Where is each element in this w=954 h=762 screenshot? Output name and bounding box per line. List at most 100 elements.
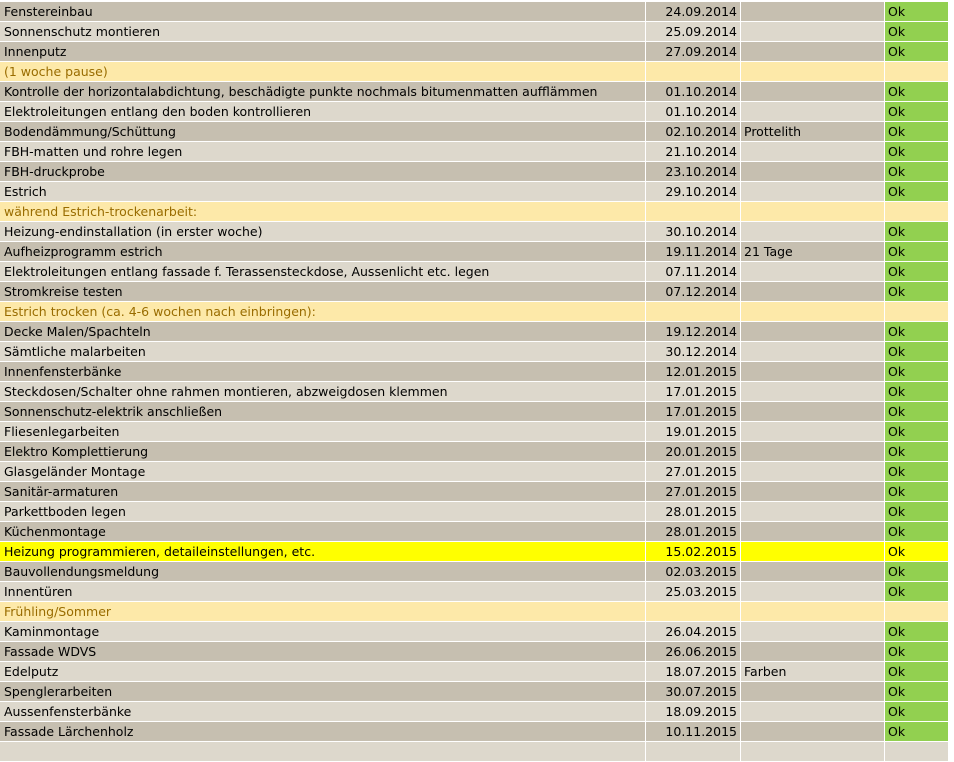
empty-cell[interactable] — [949, 262, 954, 282]
status-cell[interactable]: Ok — [885, 622, 949, 642]
note-cell[interactable] — [741, 2, 885, 22]
status-cell[interactable]: Ok — [885, 162, 949, 182]
status-cell[interactable]: Ok — [885, 262, 949, 282]
empty-cell[interactable] — [949, 22, 954, 42]
status-cell[interactable]: Ok — [885, 642, 949, 662]
empty-cell[interactable] — [949, 602, 954, 622]
section-row[interactable]: während Estrich-trockenarbeit: — [0, 202, 954, 222]
task-cell[interactable]: Heizung programmieren, detaileinstellung… — [0, 542, 646, 562]
date-cell[interactable]: 27.09.2014 — [646, 42, 741, 62]
empty-cell[interactable] — [949, 382, 954, 402]
empty-cell[interactable] — [949, 582, 954, 602]
date-cell[interactable] — [646, 202, 741, 222]
note-cell[interactable] — [741, 502, 885, 522]
status-cell[interactable]: Ok — [885, 382, 949, 402]
table-row[interactable]: Glasgeländer Montage 27.01.2015 Ok — [0, 462, 954, 482]
task-cell[interactable]: Elektroleitungen entlang den boden kontr… — [0, 102, 646, 122]
status-cell[interactable]: Ok — [885, 662, 949, 682]
date-cell[interactable]: 12.01.2015 — [646, 362, 741, 382]
date-cell[interactable]: 07.11.2014 — [646, 262, 741, 282]
task-cell[interactable]: Küchenmontage — [0, 522, 646, 542]
note-cell[interactable] — [741, 102, 885, 122]
empty-cell[interactable] — [949, 102, 954, 122]
status-cell[interactable]: Ok — [885, 2, 949, 22]
section-row[interactable]: Frühling/Sommer — [0, 602, 954, 622]
task-cell[interactable]: Elektroleitungen entlang fassade f. Tera… — [0, 262, 646, 282]
status-cell[interactable]: Ok — [885, 362, 949, 382]
date-cell[interactable]: 30.10.2014 — [646, 222, 741, 242]
status-cell[interactable]: Ok — [885, 482, 949, 502]
date-cell[interactable]: 25.03.2015 — [646, 582, 741, 602]
note-cell[interactable] — [741, 42, 885, 62]
date-cell[interactable] — [646, 602, 741, 622]
note-cell[interactable] — [741, 382, 885, 402]
empty-cell[interactable] — [949, 322, 954, 342]
table-row[interactable]: Aufheizprogramm estrich 19.11.2014 21 Tage… — [0, 242, 954, 262]
table-row[interactable]: FBH-matten und rohre legen 21.10.2014 Ok — [0, 142, 954, 162]
date-cell[interactable]: 15.02.2015 — [646, 542, 741, 562]
table-row[interactable]: Elektro Komplettierung 20.01.2015 Ok — [0, 442, 954, 462]
status-cell[interactable]: Ok — [885, 102, 949, 122]
date-cell[interactable] — [646, 62, 741, 82]
status-cell[interactable]: Ok — [885, 182, 949, 202]
status-cell[interactable] — [885, 62, 949, 82]
status-cell[interactable]: Ok — [885, 522, 949, 542]
date-cell[interactable]: 17.01.2015 — [646, 402, 741, 422]
note-cell[interactable] — [741, 542, 885, 562]
empty-cell[interactable] — [949, 542, 954, 562]
note-cell[interactable] — [741, 202, 885, 222]
task-cell[interactable]: Fliesenlegarbeiten — [0, 422, 646, 442]
task-cell[interactable]: Bauvollendungsmeldung — [0, 562, 646, 582]
task-cell[interactable]: Decke Malen/Spachteln — [0, 322, 646, 342]
note-cell[interactable] — [741, 602, 885, 622]
empty-cell[interactable] — [949, 122, 954, 142]
note-cell[interactable] — [741, 722, 885, 742]
status-cell[interactable]: Ok — [885, 322, 949, 342]
note-cell[interactable] — [741, 562, 885, 582]
table-row[interactable]: Parkettboden legen 28.01.2015 Ok — [0, 502, 954, 522]
status-cell[interactable] — [885, 742, 949, 762]
note-cell[interactable] — [741, 322, 885, 342]
task-cell[interactable]: Kaminmontage — [0, 622, 646, 642]
date-cell[interactable]: 27.01.2015 — [646, 482, 741, 502]
task-cell[interactable]: Innenfensterbänke — [0, 362, 646, 382]
table-row[interactable]: Innenfensterbänke 12.01.2015 Ok — [0, 362, 954, 382]
status-cell[interactable]: Ok — [885, 222, 949, 242]
date-cell[interactable]: 27.01.2015 — [646, 462, 741, 482]
empty-cell[interactable] — [949, 422, 954, 442]
date-cell[interactable]: 30.07.2015 — [646, 682, 741, 702]
status-cell[interactable]: Ok — [885, 42, 949, 62]
task-cell[interactable]: Heizung-endinstallation (in erster woche… — [0, 222, 646, 242]
table-row[interactable]: Sonnenschutz montieren 25.09.2014 Ok — [0, 22, 954, 42]
note-cell[interactable] — [741, 342, 885, 362]
note-cell[interactable] — [741, 422, 885, 442]
note-cell[interactable]: 21 Tage — [741, 242, 885, 262]
status-cell[interactable] — [885, 302, 949, 322]
empty-cell[interactable] — [949, 42, 954, 62]
status-cell[interactable]: Ok — [885, 462, 949, 482]
empty-cell[interactable] — [949, 142, 954, 162]
table-row[interactable] — [0, 742, 954, 762]
table-row[interactable]: Bauvollendungsmeldung 02.03.2015 Ok — [0, 562, 954, 582]
note-cell[interactable] — [741, 82, 885, 102]
table-row[interactable]: Edelputz 18.07.2015 Farben Ok — [0, 662, 954, 682]
empty-cell[interactable] — [949, 662, 954, 682]
table-row[interactable]: Sanitär-armaturen 27.01.2015 Ok — [0, 482, 954, 502]
note-cell[interactable] — [741, 582, 885, 602]
table-row[interactable]: Estrich 29.10.2014 Ok — [0, 182, 954, 202]
empty-cell[interactable] — [949, 342, 954, 362]
empty-cell[interactable] — [949, 562, 954, 582]
empty-cell[interactable] — [949, 442, 954, 462]
task-cell[interactable]: Bodendämmung/Schüttung — [0, 122, 646, 142]
note-cell[interactable]: Farben — [741, 662, 885, 682]
task-cell[interactable]: Sonnenschutz-elektrik anschließen — [0, 402, 646, 422]
status-cell[interactable]: Ok — [885, 442, 949, 462]
note-cell[interactable] — [741, 62, 885, 82]
task-cell[interactable]: Innentüren — [0, 582, 646, 602]
note-cell[interactable] — [741, 742, 885, 762]
empty-cell[interactable] — [949, 162, 954, 182]
table-row[interactable]: FBH-druckprobe 23.10.2014 Ok — [0, 162, 954, 182]
status-cell[interactable]: Ok — [885, 562, 949, 582]
task-cell[interactable]: Sonnenschutz montieren — [0, 22, 646, 42]
date-cell[interactable] — [646, 302, 741, 322]
